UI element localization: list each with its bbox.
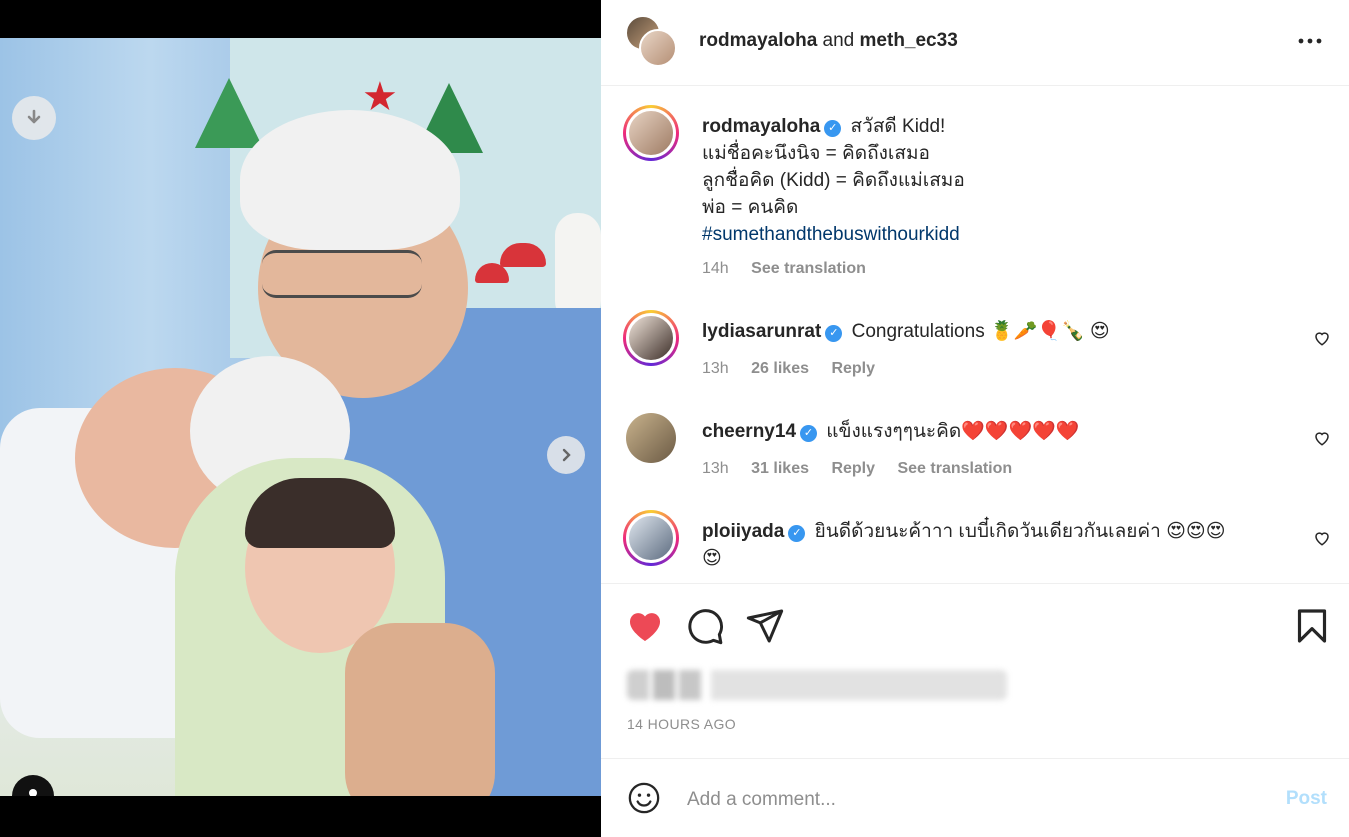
download-icon [27,109,41,124]
emoji-button[interactable] [627,781,661,815]
comment-text: ploiiyada ✓ ยินดีด้วยนะค้าาา เบบี๋เกิดวัน… [702,518,1289,572]
post-detail-panel: rodmayaloha and meth_ec33 rodmayaloha ✓ ส… [601,0,1349,837]
chevron-right-icon [562,448,571,462]
comment-time: 13h [702,360,729,377]
verified-badge-icon: ✓ [788,525,806,542]
comment-bar: Post [601,758,1349,837]
reply-button[interactable]: Reply [831,360,875,377]
comment-input[interactable] [687,785,1247,815]
comment-likes[interactable]: 26 likes [751,360,809,377]
comment-body: ยินดีด้วยนะค้าาา เบบี๋เกิดวันเดียวกันเลย… [814,521,1226,542]
caption-time: 14h [702,260,729,277]
user-icon [29,789,37,796]
caption-line-4: พ่อ = คนคิด [702,197,799,218]
download-button[interactable] [12,96,56,140]
send-icon [746,609,784,643]
liked-by-blurred[interactable] [627,670,1007,700]
verified-badge-icon: ✓ [824,120,842,137]
post-header: rodmayaloha and meth_ec33 [601,0,1349,86]
avatar[interactable] [626,413,676,463]
author-link-meth-ec33[interactable]: meth_ec33 [860,30,958,51]
caption-line-1: สวัสดี Kidd! [850,116,946,137]
comment-bubble-icon [688,609,723,645]
comment-button[interactable] [685,606,725,646]
comment-meta: 13h 26 likes Reply [702,360,893,378]
caption-text: rodmayaloha ✓ สวัสดี Kidd! แม่ชื่อคะนึงนิ… [702,113,1289,248]
photo-father-glasses [262,250,422,298]
heart-outline-icon [1315,332,1329,346]
verified-badge-icon: ✓ [825,325,843,342]
story-ring[interactable] [623,510,679,566]
post-authors: rodmayaloha and meth_ec33 [699,30,958,52]
photo-father-hand [345,623,495,796]
comment-body: แข็งแรงๆๆนะคิด❤️❤️❤️❤️❤️ [826,421,1080,442]
post-photo[interactable]: ★ [0,38,601,796]
verified-badge-icon: ✓ [800,425,818,442]
photo-tree-decor [195,78,263,148]
post-timestamp: 14 HOURS AGO [627,716,737,732]
heart-outline-icon [1315,432,1329,446]
comment-body: Congratulations 🍍🥕🎈🍾 😍 [851,321,1110,342]
caption-username[interactable]: rodmayaloha [702,116,820,137]
comments-section[interactable]: rodmayaloha ✓ สวัสดี Kidd! แม่ชื่อคะนึงนิ… [601,86,1349,583]
comment-username[interactable]: cheerny14 [702,421,796,442]
collab-avatars[interactable] [625,15,679,69]
more-options-button[interactable] [1297,28,1323,60]
heart-filled-icon [629,613,661,641]
smiley-icon [628,782,660,814]
comment-username[interactable]: ploiiyada [702,521,784,542]
caption-hashtag[interactable]: #sumethandthebuswithourkidd [702,221,1289,248]
comment-time: 13h [702,460,729,477]
caption-meta: 14h See translation [702,260,884,278]
author-link-rodmayaloha[interactable]: rodmayaloha [699,30,817,51]
comment-like-button[interactable] [1313,429,1331,447]
comment-like-button[interactable] [1313,329,1331,347]
comment-text: cheerny14 ✓ แข็งแรงๆๆนะคิด❤️❤️❤️❤️❤️ [702,418,1289,445]
comment-meta: 13h 31 likes Reply See translation [702,460,1030,478]
see-translation-link[interactable]: See translation [897,460,1012,477]
post-actions: 14 HOURS AGO [601,583,1349,758]
reply-button[interactable]: Reply [831,460,875,477]
comment-likes[interactable]: 31 likes [751,460,809,477]
avatar [626,313,676,363]
see-translation-link[interactable]: See translation [751,260,866,277]
comment-username[interactable]: lydiasarunrat [702,321,821,342]
heart-outline-icon [1315,532,1329,546]
save-button[interactable] [1292,606,1332,646]
caption-line-2: แม่ชื่อคะนึงนิจ = คิดถึงเสมอ [702,143,930,164]
post-comment-button[interactable]: Post [1286,788,1327,810]
story-ring[interactable] [623,105,679,161]
caption-line-3: ลูกชื่อคิด (Kidd) = คิดถึงแม่เสมอ [702,170,965,191]
more-horizontal-icon [1298,38,1322,44]
story-ring[interactable] [623,310,679,366]
share-button[interactable] [745,606,785,646]
authors-conjunction: and [822,30,855,51]
tagged-users-button[interactable] [12,775,54,796]
photo-baby-hair [245,478,395,548]
photo-stork-decor [555,213,601,323]
like-button[interactable] [625,606,665,646]
avatar [626,513,676,563]
comment-body-line-2: 😍 [702,548,722,569]
avatar [639,29,677,67]
media-panel: ★ [0,0,601,837]
avatar [626,108,676,158]
comment-like-button[interactable] [1313,529,1331,547]
photo-father-cap [240,110,460,250]
comment-text: lydiasarunrat ✓ Congratulations 🍍🥕🎈🍾 😍 [702,318,1289,345]
bookmark-icon [1297,609,1327,643]
carousel-next-button[interactable] [547,436,585,474]
